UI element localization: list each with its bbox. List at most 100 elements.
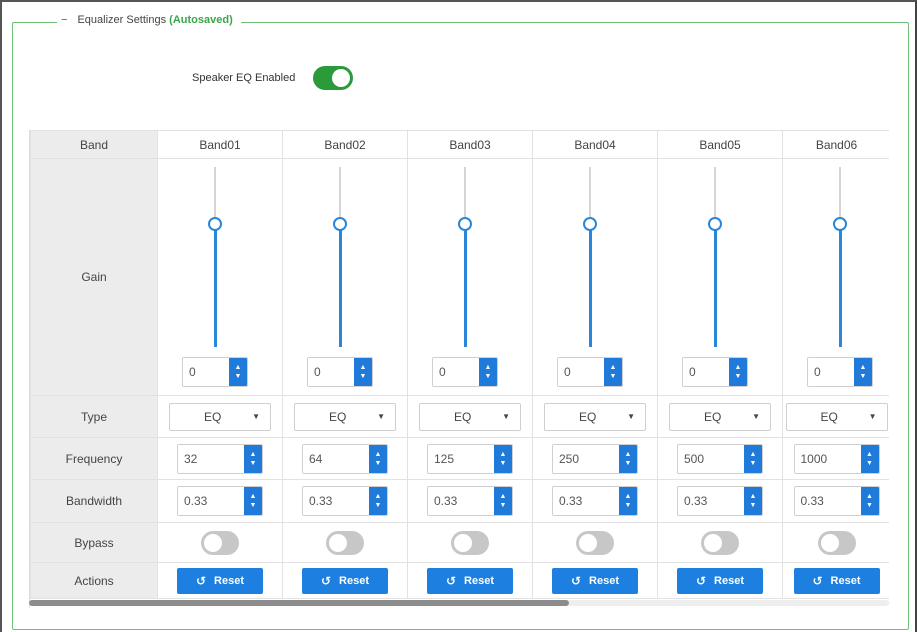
- frequency-input[interactable]: 125: [428, 444, 494, 473]
- type-select[interactable]: EQ ▼: [669, 402, 771, 431]
- gain-slider-thumb[interactable]: [208, 217, 222, 231]
- spinner-down-icon[interactable]: ▼: [375, 459, 382, 468]
- bandwidth-spinner-buttons[interactable]: ▲ ▼: [619, 487, 637, 515]
- gain-slider-thumb[interactable]: [458, 217, 472, 231]
- spinner-down-icon[interactable]: ▼: [235, 372, 242, 381]
- type-select[interactable]: EQ ▼: [419, 402, 521, 431]
- gain-spinner-buttons[interactable]: ▲ ▼: [479, 358, 497, 386]
- spinner-down-icon[interactable]: ▼: [250, 459, 257, 468]
- bandwidth-spinner-buttons[interactable]: ▲ ▼: [244, 487, 262, 515]
- frequency-input[interactable]: 32: [178, 444, 244, 473]
- bandwidth-spinner-buttons[interactable]: ▲ ▼: [494, 487, 512, 515]
- reset-button[interactable]: ↺ Reset: [677, 567, 763, 594]
- spinner-up-icon[interactable]: ▲: [500, 492, 507, 501]
- frequency-input[interactable]: 64: [303, 444, 369, 473]
- gain-slider-track[interactable]: [464, 167, 466, 223]
- gain-spinner-buttons[interactable]: ▲ ▼: [729, 358, 747, 386]
- frequency-spinner-buttons[interactable]: ▲ ▼: [494, 444, 512, 473]
- gain-input[interactable]: 0: [558, 358, 604, 386]
- gain-input[interactable]: 0: [433, 358, 479, 386]
- bandwidth-input[interactable]: 0.33: [794, 487, 861, 515]
- frequency-spinner-buttons[interactable]: ▲ ▼: [860, 444, 879, 473]
- gain-slider-fill[interactable]: [839, 223, 842, 347]
- spinner-down-icon[interactable]: ▼: [250, 501, 257, 510]
- section-legend[interactable]: − Equalizer Settings (Autosaved): [57, 14, 241, 26]
- spinner-down-icon[interactable]: ▼: [866, 459, 873, 468]
- bandwidth-input[interactable]: 0.33: [178, 487, 244, 515]
- gain-slider-fill[interactable]: [714, 223, 717, 347]
- spinner-down-icon[interactable]: ▼: [360, 372, 367, 381]
- spinner-up-icon[interactable]: ▲: [735, 363, 742, 372]
- type-select[interactable]: EQ ▼: [544, 402, 646, 431]
- bandwidth-spinner-buttons[interactable]: ▲ ▼: [860, 487, 879, 515]
- bypass-toggle[interactable]: [817, 530, 856, 555]
- gain-slider-track[interactable]: [714, 167, 716, 223]
- bypass-toggle[interactable]: [701, 530, 739, 555]
- spinner-up-icon[interactable]: ▲: [610, 363, 617, 372]
- spinner-up-icon[interactable]: ▲: [625, 450, 632, 459]
- spinner-up-icon[interactable]: ▲: [625, 492, 632, 501]
- gain-spinner-buttons[interactable]: ▲ ▼: [229, 358, 247, 386]
- reset-button[interactable]: ↺ Reset: [552, 567, 638, 594]
- frequency-spinner-buttons[interactable]: ▲ ▼: [619, 444, 637, 473]
- gain-slider-fill[interactable]: [214, 223, 217, 347]
- gain-input[interactable]: 0: [183, 358, 229, 386]
- type-select[interactable]: EQ ▼: [294, 402, 396, 431]
- collapse-icon[interactable]: −: [61, 14, 67, 26]
- gain-slider-track[interactable]: [839, 167, 841, 223]
- spinner-up-icon[interactable]: ▲: [750, 492, 757, 501]
- bypass-toggle[interactable]: [326, 530, 364, 555]
- frequency-input[interactable]: 250: [553, 444, 619, 473]
- speaker-eq-toggle[interactable]: [313, 66, 354, 90]
- spinner-up-icon[interactable]: ▲: [250, 450, 257, 459]
- gain-slider-fill[interactable]: [339, 223, 342, 347]
- gain-spinner-buttons[interactable]: ▲ ▼: [604, 358, 622, 386]
- spinner-up-icon[interactable]: ▲: [375, 492, 382, 501]
- type-select[interactable]: EQ ▼: [785, 402, 888, 431]
- gain-spinner-buttons[interactable]: ▲ ▼: [354, 358, 372, 386]
- spinner-up-icon[interactable]: ▲: [750, 450, 757, 459]
- spinner-up-icon[interactable]: ▲: [360, 363, 367, 372]
- spinner-up-icon[interactable]: ▲: [250, 492, 257, 501]
- gain-input[interactable]: 0: [308, 358, 354, 386]
- bypass-toggle[interactable]: [576, 530, 614, 555]
- gain-slider-track[interactable]: [589, 167, 591, 223]
- frequency-spinner-buttons[interactable]: ▲ ▼: [744, 444, 762, 473]
- type-select[interactable]: EQ ▼: [169, 402, 271, 431]
- spinner-up-icon[interactable]: ▲: [866, 450, 873, 459]
- spinner-down-icon[interactable]: ▼: [500, 501, 507, 510]
- bandwidth-input[interactable]: 0.33: [428, 487, 494, 515]
- bandwidth-input[interactable]: 0.33: [678, 487, 744, 515]
- reset-button[interactable]: ↺ Reset: [177, 567, 263, 594]
- bypass-toggle[interactable]: [451, 530, 489, 555]
- spinner-down-icon[interactable]: ▼: [866, 501, 873, 510]
- spinner-up-icon[interactable]: ▲: [866, 492, 873, 501]
- spinner-up-icon[interactable]: ▲: [485, 363, 492, 372]
- frequency-spinner-buttons[interactable]: ▲ ▼: [369, 444, 387, 473]
- spinner-up-icon[interactable]: ▲: [375, 450, 382, 459]
- frequency-input[interactable]: 500: [678, 444, 744, 473]
- spinner-down-icon[interactable]: ▼: [625, 459, 632, 468]
- gain-slider-thumb[interactable]: [333, 217, 347, 231]
- spinner-down-icon[interactable]: ▼: [485, 372, 492, 381]
- frequency-input[interactable]: 1000: [794, 444, 861, 473]
- gain-input[interactable]: 0: [808, 358, 854, 386]
- gain-slider-thumb[interactable]: [833, 217, 847, 231]
- bandwidth-input[interactable]: 0.33: [553, 487, 619, 515]
- horizontal-scrollbar-thumb[interactable]: [29, 600, 569, 606]
- bypass-toggle[interactable]: [201, 530, 239, 555]
- gain-slider-fill[interactable]: [464, 223, 467, 347]
- spinner-up-icon[interactable]: ▲: [860, 363, 867, 372]
- bandwidth-input[interactable]: 0.33: [303, 487, 369, 515]
- spinner-down-icon[interactable]: ▼: [735, 372, 742, 381]
- gain-slider-track[interactable]: [339, 167, 341, 223]
- gain-spinner-buttons[interactable]: ▲ ▼: [854, 358, 872, 386]
- bandwidth-spinner-buttons[interactable]: ▲ ▼: [744, 487, 762, 515]
- spinner-down-icon[interactable]: ▼: [750, 459, 757, 468]
- spinner-down-icon[interactable]: ▼: [500, 459, 507, 468]
- reset-button[interactable]: ↺ Reset: [427, 567, 513, 594]
- spinner-down-icon[interactable]: ▼: [625, 501, 632, 510]
- reset-button[interactable]: ↺ Reset: [302, 567, 388, 594]
- reset-button[interactable]: ↺ Reset: [793, 567, 880, 594]
- spinner-down-icon[interactable]: ▼: [375, 501, 382, 510]
